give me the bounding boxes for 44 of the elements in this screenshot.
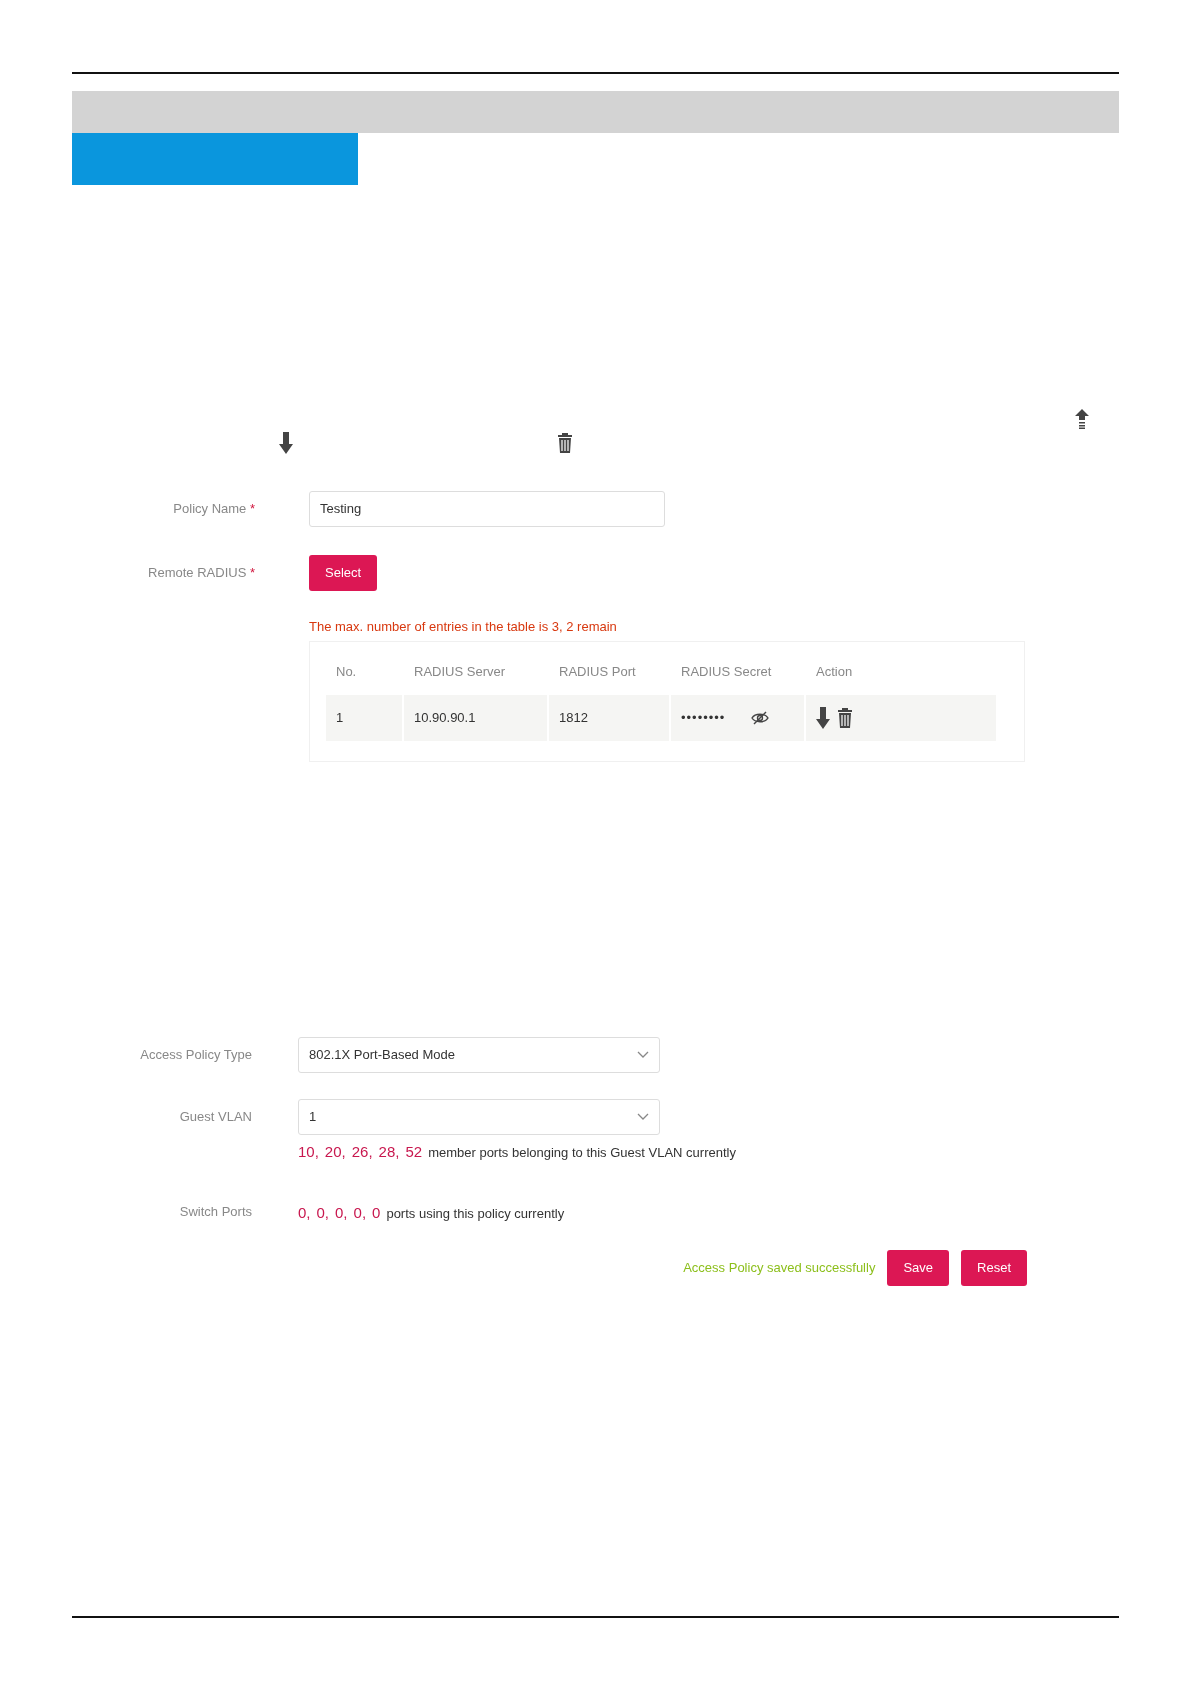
port-count: 52 [405, 1142, 423, 1162]
select-button[interactable]: Select [309, 555, 378, 591]
port-count: 0, [335, 1202, 348, 1223]
password-value: •••••••• [681, 709, 726, 728]
column-header: Action [815, 662, 854, 681]
save-button[interactable]: Save [887, 1250, 950, 1286]
download-icon [279, 432, 293, 454]
port-count: 20, [324, 1142, 346, 1162]
field-label: Policy Name [173, 501, 247, 517]
port-count: 10, [298, 1142, 319, 1162]
column-header: RADIUS Server [413, 662, 507, 681]
text-field[interactable]: Testing [309, 491, 665, 527]
column-header: No. [335, 662, 358, 681]
hide-password-icon[interactable] [751, 711, 770, 725]
trash-icon [558, 433, 572, 453]
download-icon[interactable] [816, 707, 830, 729]
port-count: 0, [316, 1202, 330, 1223]
required-mark: * [249, 565, 255, 581]
table-cell: 1812 [549, 695, 669, 741]
success-message: Access Policy saved successfully [683, 1259, 876, 1278]
dropdown-field[interactable]: 1 [298, 1099, 660, 1135]
port-count: 26, [351, 1142, 373, 1162]
upload-icon [1075, 409, 1089, 431]
chevron-icon [637, 1113, 649, 1121]
help-text: member ports belonging to this Guest VLAN currently [428, 1144, 736, 1162]
field-label: Switch Ports [179, 1203, 252, 1219]
chevron-icon [637, 1051, 649, 1059]
field-label: Remote RADIUS [148, 565, 247, 581]
field-label: Access Policy Type [140, 1047, 252, 1062]
column-header: RADIUS Port [558, 662, 637, 681]
required-mark: * [249, 501, 255, 517]
field-label: Guest VLAN [179, 1109, 252, 1124]
help-text: ports using this policy currently [386, 1204, 565, 1223]
port-count: 0 [372, 1202, 381, 1223]
trash-icon[interactable] [838, 708, 852, 728]
column-header: RADIUS Secret [680, 662, 773, 681]
error-message: The max. number of entries in the table is 3, 2 remain [309, 618, 618, 636]
port-count: 0, [298, 1202, 311, 1223]
reset-button[interactable]: Reset [961, 1250, 1027, 1286]
table-cell: 10.90.90.1 [404, 695, 547, 741]
port-count: 0, [353, 1202, 367, 1223]
dropdown-field[interactable]: 802.1X Port-Based Mode [298, 1037, 660, 1073]
table-cell: 1 [326, 695, 402, 741]
port-count: 28, [378, 1142, 400, 1162]
